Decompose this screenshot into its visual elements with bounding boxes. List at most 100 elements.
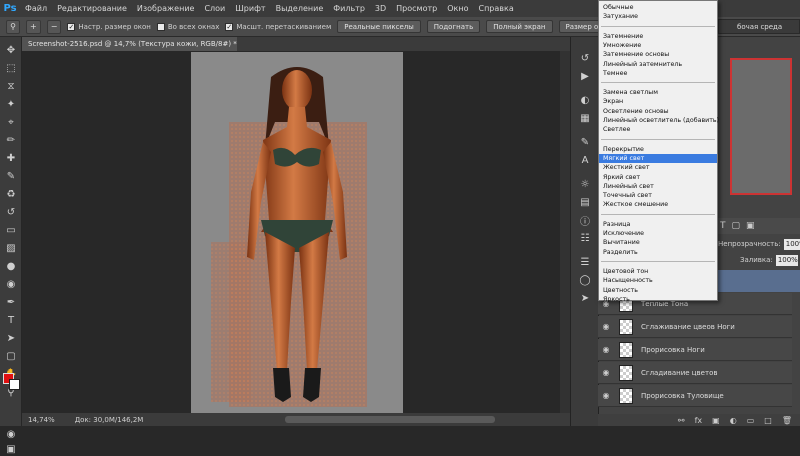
- fit-screen-button[interactable]: Подогнать: [426, 20, 481, 33]
- magic-wand-tool-icon[interactable]: ✦: [3, 97, 19, 111]
- shape-filter-icon[interactable]: ▢: [732, 221, 741, 231]
- document-canvas[interactable]: [191, 52, 403, 416]
- blend-mode-option[interactable]: Насыщенность: [599, 276, 717, 285]
- menu-item[interactable]: Выделение: [271, 4, 329, 13]
- actual-pixels-button[interactable]: Реальные пикселы: [337, 20, 421, 33]
- blend-mode-option[interactable]: Темнее: [599, 69, 717, 78]
- blend-mode-option[interactable]: Яркий свет: [599, 173, 717, 182]
- resize-windows-checkbox[interactable]: ✓ Настр. размер окон: [67, 22, 151, 31]
- fill-screen-button[interactable]: Полный экран: [486, 20, 553, 33]
- crop-tool-icon[interactable]: ⌖: [3, 115, 19, 129]
- actions-panel-icon[interactable]: ▶: [578, 69, 592, 83]
- adjustments-panel-icon[interactable]: ☼: [578, 177, 592, 191]
- styles-panel-icon[interactable]: ▤: [578, 195, 592, 209]
- document-tab[interactable]: Screenshot-2516.psd @ 14,7% (Текстура ко…: [22, 37, 237, 51]
- blend-mode-option[interactable]: Линейный затемнитель: [599, 60, 717, 69]
- menu-item[interactable]: Слои: [199, 4, 230, 13]
- blend-mode-option[interactable]: Разделить: [599, 248, 717, 257]
- visibility-eye-icon[interactable]: ◉: [598, 368, 614, 377]
- menu-item[interactable]: Шрифт: [230, 4, 270, 13]
- background-color-swatch[interactable]: [9, 379, 20, 390]
- paths-panel-icon[interactable]: ➤: [578, 291, 592, 305]
- menu-item[interactable]: Просмотр: [391, 4, 442, 13]
- fill-input[interactable]: 100%: [775, 254, 798, 266]
- menu-item[interactable]: Окно: [442, 4, 473, 13]
- blend-mode-option[interactable]: Точечный свет: [599, 191, 717, 200]
- lasso-tool-icon[interactable]: ⧖: [3, 79, 19, 93]
- menu-item[interactable]: Фильтр: [328, 4, 370, 13]
- all-windows-checkbox[interactable]: Во всех окнах: [156, 22, 219, 31]
- fx-icon[interactable]: fx: [695, 416, 703, 425]
- blend-mode-option[interactable]: Осветление основы: [599, 107, 717, 116]
- brush-tool-icon[interactable]: ✎: [3, 169, 19, 183]
- blend-mode-option[interactable]: Исключение: [599, 229, 717, 238]
- marquee-tool-icon[interactable]: ⬚: [3, 61, 19, 75]
- swatches-panel-icon[interactable]: ▦: [578, 111, 592, 125]
- history-brush-tool-icon[interactable]: ↺: [3, 205, 19, 219]
- visibility-eye-icon[interactable]: ◉: [598, 391, 614, 400]
- brush-panel-icon[interactable]: ✎: [578, 135, 592, 149]
- move-tool-icon[interactable]: ✥: [3, 43, 19, 57]
- adjustment-icon[interactable]: ◐: [730, 416, 737, 425]
- menu-item[interactable]: Изображение: [132, 4, 200, 13]
- opacity-input[interactable]: 100%: [783, 238, 800, 250]
- blend-mode-option[interactable]: Линейный свет: [599, 182, 717, 191]
- blend-mode-option[interactable]: Разница: [599, 220, 717, 229]
- blend-mode-option[interactable]: Затемнение основы: [599, 50, 717, 59]
- mask-icon[interactable]: ▣: [712, 416, 720, 425]
- eraser-tool-icon[interactable]: ▭: [3, 223, 19, 237]
- pen-tool-icon[interactable]: ✒: [3, 295, 19, 309]
- layer-row[interactable]: ◉ Прорисовка Ноги: [598, 339, 792, 361]
- blend-mode-option[interactable]: Затемнение: [599, 32, 717, 41]
- healing-brush-tool-icon[interactable]: ✚: [3, 151, 19, 165]
- layer-row[interactable]: ◉ Сгладивание цветов: [598, 362, 792, 384]
- blend-mode-option[interactable]: Яркость: [599, 295, 717, 304]
- type-filter-icon[interactable]: T: [720, 221, 726, 231]
- layer-row[interactable]: ◉ Сглаживание цвеов Ноги: [598, 316, 792, 338]
- menu-item[interactable]: Файл: [20, 4, 52, 13]
- path-selection-tool-icon[interactable]: ➤: [3, 331, 19, 345]
- clone-stamp-tool-icon[interactable]: ♻: [3, 187, 19, 201]
- blend-mode-option[interactable]: Жесткий свет: [599, 163, 717, 172]
- blend-mode-option[interactable]: Затухание: [599, 12, 717, 21]
- navigator-preview[interactable]: [730, 58, 792, 195]
- blend-mode-option[interactable]: Линейный осветлитель (добавить): [599, 116, 719, 125]
- character-panel-icon[interactable]: A: [578, 153, 592, 167]
- blend-mode-option[interactable]: Вычитание: [599, 238, 717, 247]
- blend-mode-option[interactable]: Замена светлым: [599, 88, 717, 97]
- quick-mask-icon[interactable]: ◉: [3, 427, 19, 441]
- blend-mode-option[interactable]: Цветовой тон: [599, 267, 717, 276]
- history-panel-icon[interactable]: ↺: [578, 51, 592, 65]
- visibility-eye-icon[interactable]: ◉: [598, 345, 614, 354]
- link-icon[interactable]: ⚯: [678, 416, 685, 425]
- blend-mode-option[interactable]: Светлее: [599, 125, 717, 134]
- blend-mode-option[interactable]: Умножение: [599, 41, 717, 50]
- eyedropper-tool-icon[interactable]: ✏: [3, 133, 19, 147]
- screen-mode-icon[interactable]: ▣: [3, 442, 19, 456]
- workspace-select[interactable]: бочая среда: [718, 19, 800, 34]
- info-panel-icon[interactable]: ⓘ: [578, 213, 592, 228]
- layers-panel-icon[interactable]: ☰: [578, 255, 592, 269]
- blur-tool-icon[interactable]: ●: [3, 259, 19, 273]
- zoom-in-icon[interactable]: +: [26, 19, 41, 34]
- shape-tool-icon[interactable]: ▢: [3, 349, 19, 363]
- blend-mode-option[interactable]: Экран: [599, 97, 717, 106]
- type-tool-icon[interactable]: T: [3, 313, 19, 327]
- blend-mode-option[interactable]: Жесткое смешение: [599, 200, 717, 209]
- zoom-out-icon[interactable]: −: [46, 19, 62, 34]
- horizontal-scrollbar-thumb[interactable]: [285, 416, 495, 423]
- zoom-tool-icon[interactable]: ⚲: [6, 19, 20, 34]
- visibility-eye-icon[interactable]: ◉: [598, 322, 614, 331]
- channels-panel-icon[interactable]: ◯: [578, 273, 592, 287]
- blend-mode-option[interactable]: Перекрытие: [599, 145, 717, 154]
- color-panel-icon[interactable]: ◐: [578, 93, 592, 107]
- scrubby-zoom-checkbox[interactable]: ✓ Масшт. перетаскиванием: [225, 22, 331, 31]
- menu-item[interactable]: Справка: [473, 4, 518, 13]
- vertical-scrollbar[interactable]: [560, 51, 570, 413]
- zoom-level[interactable]: 14,74%: [28, 416, 55, 424]
- new-layer-icon[interactable]: □: [764, 416, 772, 425]
- blend-mode-option[interactable]: Мягкий свет: [599, 153, 717, 163]
- layer-row[interactable]: ◉ Прорисовка Туловище: [598, 385, 792, 407]
- blend-mode-option[interactable]: Обычные: [599, 3, 717, 12]
- folder-icon[interactable]: ▭: [747, 416, 755, 425]
